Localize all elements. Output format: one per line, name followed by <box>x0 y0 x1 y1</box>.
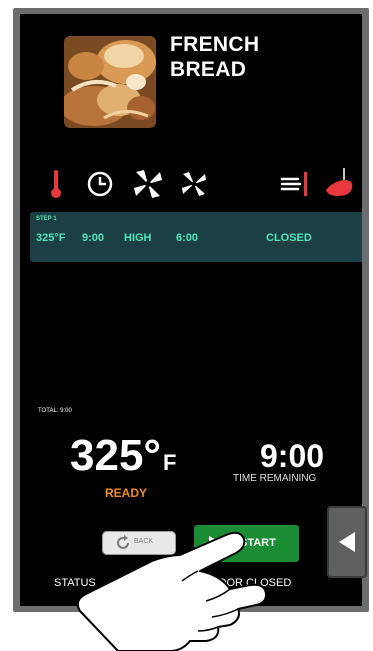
step-time: 9:00 <box>82 232 105 244</box>
step-temperature: 325°F <box>36 232 66 244</box>
temperature-value: 325° <box>70 431 162 480</box>
time-remaining-label: TIME REMAINING <box>233 473 317 484</box>
next-page-button[interactable] <box>327 506 367 578</box>
vent-icon <box>280 172 307 196</box>
time-remaining-value: 9:00 <box>260 438 325 474</box>
temperature-readout: 325°F <box>70 432 176 487</box>
step-1-row[interactable]: STEP 1 325°F 9:00 HIGH 6:00 CLOSED <box>30 212 362 262</box>
recipe-title-line2: BREAD <box>170 58 247 81</box>
thermometer-icon <box>51 170 61 198</box>
clock-icon <box>87 171 113 197</box>
parameter-icon-row <box>20 166 362 206</box>
recipe-title: FRENCH BREAD <box>170 32 259 82</box>
fan-high-icon <box>134 170 162 198</box>
hand-pointer-illustration <box>76 531 267 651</box>
temperature-unit: F <box>163 450 177 475</box>
fan-low-icon <box>182 172 206 196</box>
step-fan-speed: HIGH <box>124 232 152 244</box>
step-label: STEP 1 <box>36 216 57 222</box>
arrow-left-icon <box>339 532 355 552</box>
total-time: TOTAL: 9:00 <box>38 408 72 414</box>
step-vent: CLOSED <box>266 232 312 244</box>
recipe-photo <box>64 36 156 128</box>
step-fan-time: 6:00 <box>176 232 199 244</box>
probe-icon <box>326 168 353 196</box>
recipe-title-line1: FRENCH <box>170 33 260 56</box>
ready-status: READY <box>105 486 148 500</box>
